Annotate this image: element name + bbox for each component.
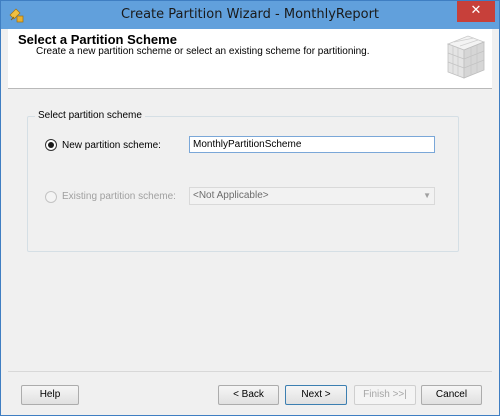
new-scheme-name-input[interactable] [189, 136, 435, 153]
partition-cube-icon [444, 32, 486, 82]
next-button[interactable]: Next > [285, 385, 347, 405]
page-title: Select a Partition Scheme [18, 32, 177, 47]
chevron-down-icon: ▼ [423, 191, 431, 200]
new-scheme-label[interactable]: New partition scheme: [62, 140, 161, 151]
wizard-footer: Help < Back Next > Finish >>| Cancel [8, 371, 492, 411]
title-bar[interactable]: Create Partition Wizard - MonthlyReport … [1, 1, 499, 29]
existing-scheme-radio [45, 191, 57, 203]
finish-button: Finish >>| [354, 385, 416, 405]
page-subtitle: Create a new partition scheme or select … [36, 46, 370, 57]
existing-scheme-selected: <Not Applicable> [193, 190, 269, 201]
close-icon[interactable]: ✕ [471, 3, 482, 18]
existing-scheme-label: Existing partition scheme: [62, 191, 176, 202]
existing-scheme-dropdown: <Not Applicable> ▼ [189, 187, 435, 205]
window-title: Create Partition Wizard - MonthlyReport [120, 7, 380, 22]
new-scheme-radio[interactable] [45, 139, 57, 151]
wizard-window: Create Partition Wizard - MonthlyReport … [0, 0, 500, 416]
close-button[interactable]: ✕ [457, 1, 495, 22]
wizard-header: Select a Partition Scheme Create a new p… [8, 29, 492, 89]
help-button[interactable]: Help [21, 385, 79, 405]
cancel-button[interactable]: Cancel [421, 385, 482, 405]
group-legend: Select partition scheme [35, 110, 145, 121]
back-button[interactable]: < Back [218, 385, 279, 405]
wizard-content: Select partition scheme New partition sc… [8, 90, 492, 370]
